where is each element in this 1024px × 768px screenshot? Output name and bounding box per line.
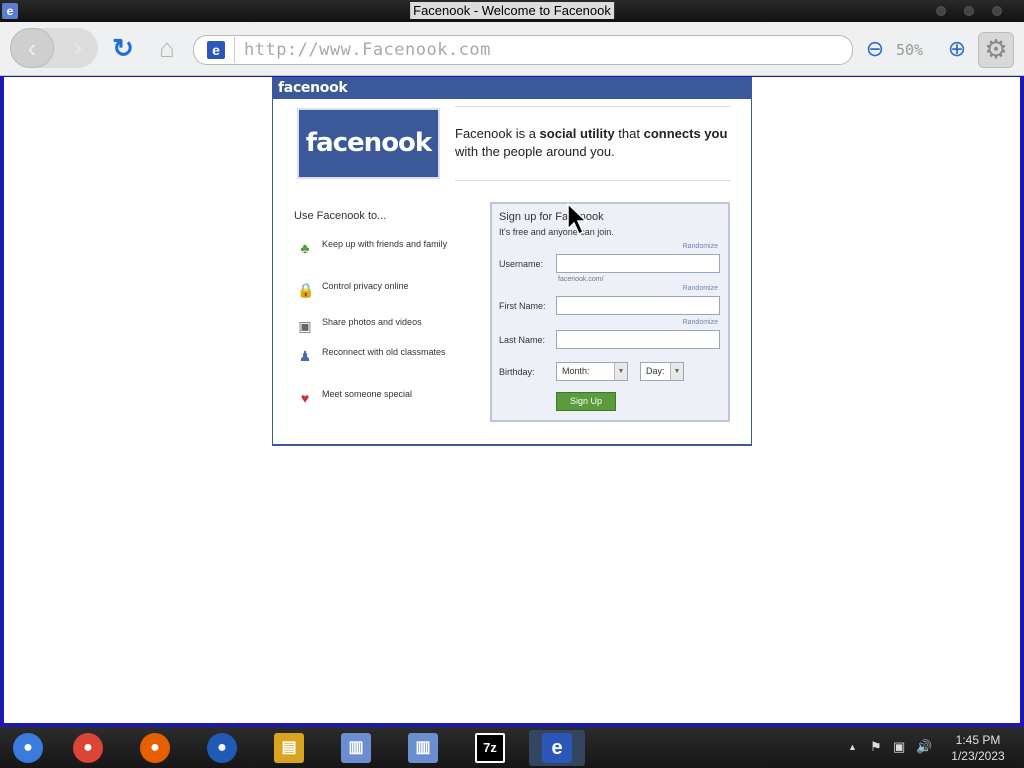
window-title: Facenook - Welcome to Facenook [410, 2, 614, 19]
last-name-label: Last Name: [499, 335, 546, 345]
url-text[interactable]: http://www.Facenook.com [244, 40, 491, 60]
feature-label: Keep up with friends and family [322, 239, 448, 249]
volume-icon[interactable]: 🔊 [916, 739, 932, 755]
window-titlebar: e Facenook - Welcome to Facenook [0, 0, 1024, 22]
clock-time: 1:45 PM [955, 733, 1001, 747]
network-icon[interactable]: ▣ [893, 739, 905, 755]
taskbar-app-7zip[interactable]: 7z [462, 730, 518, 766]
divider [455, 180, 731, 181]
chromium-icon: ● [13, 733, 43, 763]
address-bar[interactable]: e http://www.Facenook.com [193, 35, 853, 65]
heart-icon: ♥ [300, 390, 310, 406]
feature-label: Share photos and videos [322, 317, 422, 327]
taskbar-app-installer2[interactable]: ▥ [395, 730, 451, 766]
username-hint: facenook.com/ [558, 276, 604, 283]
taskbar-app-chromium[interactable]: ● [0, 730, 56, 766]
minimize-button[interactable] [936, 6, 946, 16]
browser-app-icon: e [2, 3, 18, 19]
facenook-page: facenook facenook Facenook is a social u… [272, 77, 752, 446]
tagline: Facenook is a social utility that connec… [455, 126, 728, 159]
feature-label: Control privacy online [322, 281, 409, 291]
7zip-icon: 7z [475, 733, 505, 763]
first-name-label: First Name: [499, 301, 546, 311]
tray-expand-icon[interactable]: ▲ [848, 742, 857, 752]
forward-button[interactable]: › [60, 28, 96, 68]
firefox-icon: ● [140, 733, 170, 763]
taskbar-app-browser-e[interactable]: e [529, 730, 585, 766]
folder-icon: ▤ [274, 733, 304, 763]
person-icon: ♟ [298, 348, 312, 364]
settings-gear-icon[interactable]: ⚙ [978, 32, 1014, 68]
use-title: Use Facenook to... [294, 210, 387, 222]
feature-label: Reconnect with old classmates [322, 347, 446, 357]
lock-icon: 🔒 [297, 282, 315, 298]
chrome-icon: ● [73, 733, 103, 763]
mouse-cursor-icon [567, 203, 588, 235]
chevron-down-icon: ▼ [670, 363, 683, 380]
flag-icon[interactable]: ⚑ [870, 739, 882, 755]
signup-subtitle: It's free and anyone can join. [499, 227, 614, 237]
back-button[interactable]: ‹ [10, 28, 54, 68]
taskbar-app-firefox[interactable]: ● [127, 730, 183, 766]
home-icon[interactable]: ⌂ [152, 34, 182, 64]
chevron-down-icon: ▼ [614, 363, 627, 380]
close-button[interactable] [992, 6, 1002, 16]
obama-logo-icon: ● [207, 733, 237, 763]
site-identity-icon[interactable]: e [197, 37, 235, 63]
browser-toolbar: ‹ › ↻ ⌂ e http://www.Facenook.com ⊖ 50% … [0, 22, 1024, 76]
taskbar-app-chrome[interactable]: ● [60, 730, 116, 766]
photo-icon: ▣ [298, 318, 312, 334]
randomize-first-name-link[interactable]: Randomize [683, 285, 718, 292]
zoom-level: 50% [896, 41, 924, 59]
installer-icon: ▥ [341, 733, 371, 763]
taskbar: ● ● ● ● ▤ ▥ ▥ 7z e ▲ ⚑ ▣ 🔊 1:45 PM 1/23/… [0, 727, 1024, 768]
reload-icon[interactable]: ↻ [108, 34, 138, 64]
last-name-input[interactable] [556, 330, 720, 349]
birthday-label: Birthday: [499, 367, 535, 377]
friends-icon: ♣ [300, 240, 310, 256]
randomize-username-link[interactable]: Randomize [683, 243, 718, 250]
nav-button-group: ‹ › [10, 28, 98, 68]
zoom-in-icon[interactable]: ⊕ [944, 37, 970, 63]
header-logo[interactable]: facenook [273, 77, 751, 99]
facenook-logo: facenook [297, 108, 440, 179]
birthday-month-select[interactable]: Month: ▼ [556, 362, 628, 381]
signup-form: Sign up for Facenook It's free and anyon… [490, 202, 730, 422]
page-viewport: facenook facenook Facenook is a social u… [4, 77, 1020, 723]
installer-icon: ▥ [408, 733, 438, 763]
taskbar-app-files[interactable]: ▤ [261, 730, 317, 766]
randomize-last-name-link[interactable]: Randomize [683, 319, 718, 326]
divider [455, 106, 731, 107]
maximize-button[interactable] [964, 6, 974, 16]
taskbar-app-installer1[interactable]: ▥ [328, 730, 384, 766]
username-label: Username: [499, 259, 544, 269]
taskbar-app-obama[interactable]: ● [194, 730, 250, 766]
username-input[interactable] [556, 254, 720, 273]
clock-date: 1/23/2023 [951, 749, 1005, 763]
first-name-input[interactable] [556, 296, 720, 315]
sign-up-button[interactable]: Sign Up [556, 392, 616, 411]
zoom-out-icon[interactable]: ⊖ [862, 37, 888, 63]
browser-e-icon: e [542, 733, 572, 763]
feature-label: Meet someone special [322, 389, 413, 399]
taskbar-clock[interactable]: 1:45 PM 1/23/2023 [940, 732, 1016, 764]
birthday-day-select[interactable]: Day: ▼ [640, 362, 684, 381]
